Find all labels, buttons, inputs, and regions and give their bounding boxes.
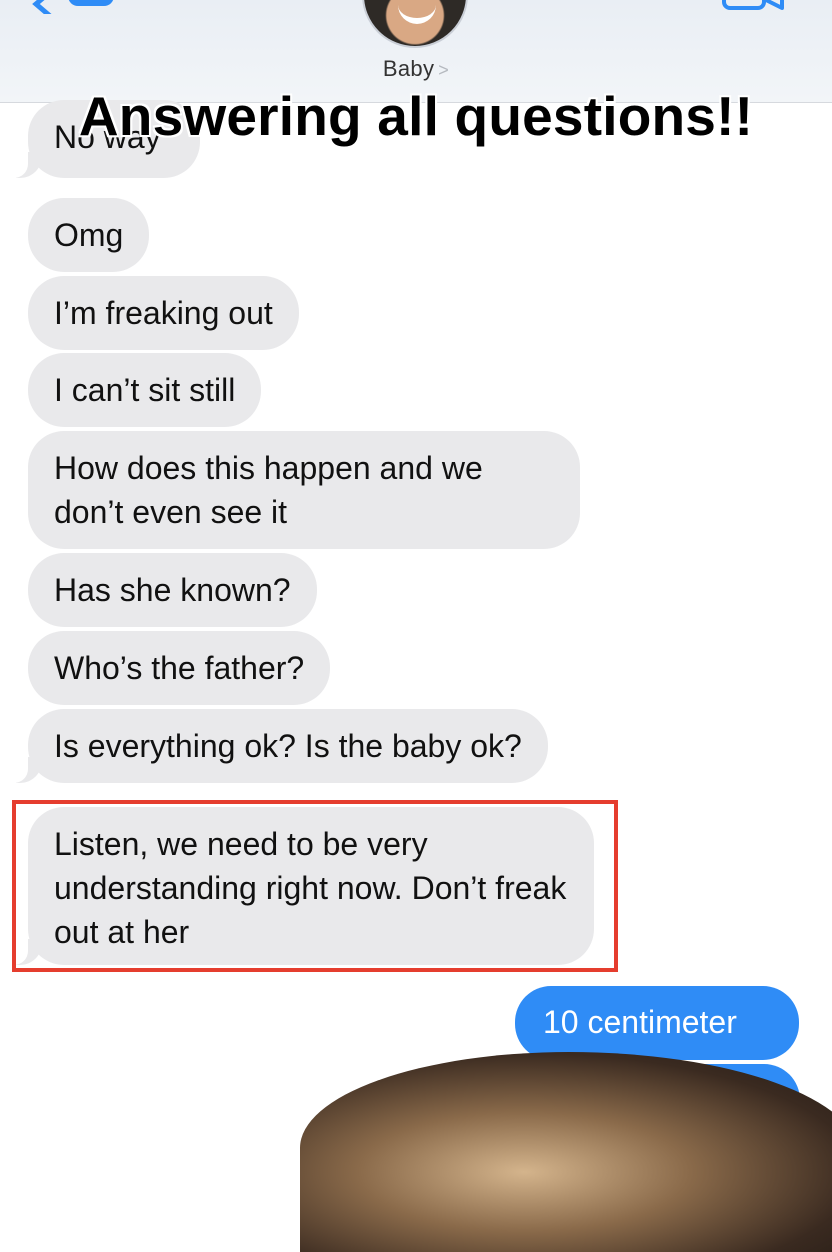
received-message-bubble[interactable]: Is everything ok? Is the baby ok? [10, 709, 548, 783]
video-presenter-head [300, 1052, 832, 1252]
received-message-bubble[interactable]: Omg [28, 198, 150, 272]
highlight-box [12, 800, 618, 972]
chevron-right-icon: > [438, 60, 450, 80]
avatar-photo-detail [398, 2, 436, 24]
received-message-bubble[interactable]: How does this happen and we don’t even s… [28, 431, 580, 549]
video-caption-overlay: Answering all questions!! [78, 85, 754, 147]
received-message-bubble[interactable]: I’m freaking out [28, 276, 299, 350]
contact-avatar[interactable] [362, 0, 468, 48]
contact-name-button[interactable]: Baby > [0, 56, 832, 82]
received-message-bubble[interactable]: Has she known? [28, 553, 317, 627]
received-message-bubble[interactable]: Who’s the father? [28, 631, 331, 705]
video-camera-icon[interactable] [722, 0, 784, 12]
received-message-bubble[interactable]: I can’t sit still [28, 353, 262, 427]
sent-message-bubble[interactable]: 10 centimeter [515, 986, 799, 1060]
back-chevron-icon[interactable] [28, 0, 118, 14]
contact-name: Baby [382, 56, 435, 81]
